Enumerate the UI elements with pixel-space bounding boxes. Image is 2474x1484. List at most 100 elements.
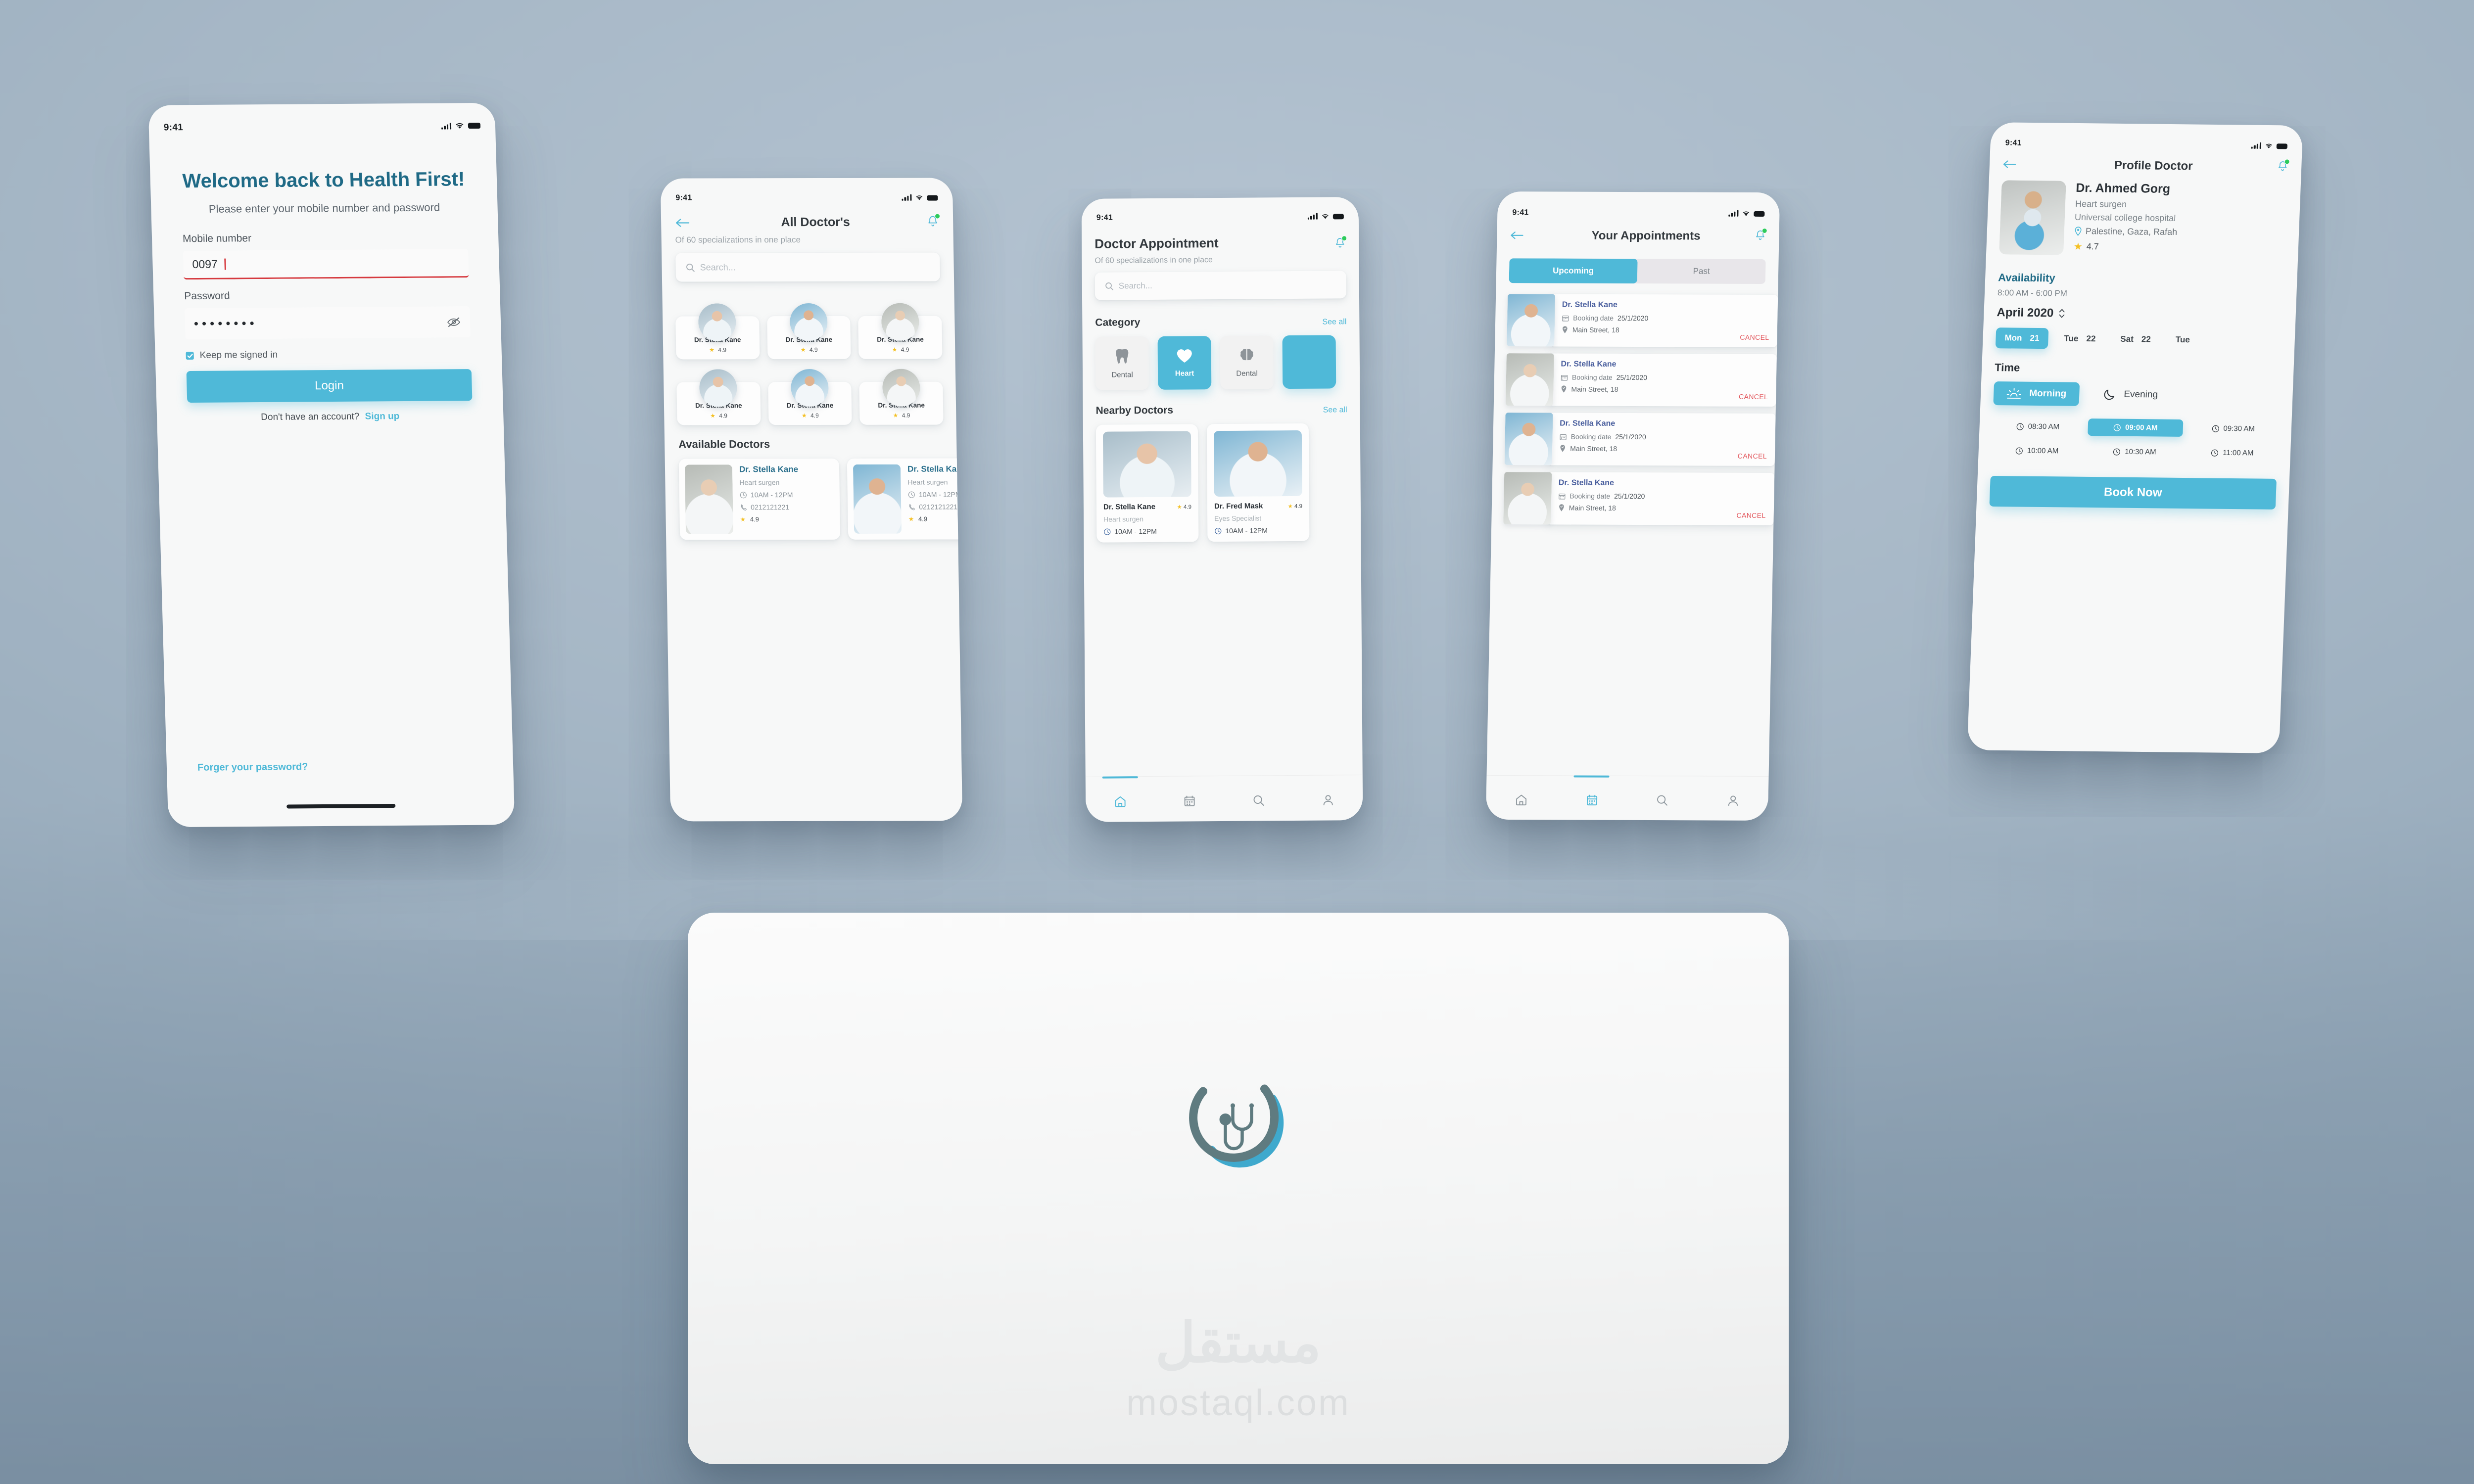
tab-past[interactable]: Past: [1637, 259, 1766, 284]
clock-icon: [2212, 425, 2219, 432]
doctor-hours-row: 10AM - 12PM: [1214, 526, 1302, 535]
doctor-name: Dr. Stella Kane: [1562, 300, 1618, 309]
period-label: Evening: [2123, 389, 2158, 400]
search-icon[interactable]: [1252, 794, 1265, 807]
search-icon: [686, 263, 695, 272]
calendar-icon[interactable]: [1183, 794, 1196, 807]
doctor-rating: 4.9: [810, 412, 819, 419]
keep-signed-checkbox[interactable]: [186, 352, 194, 360]
category-card[interactable]: Heart: [1157, 336, 1212, 390]
search-input[interactable]: Search...: [1094, 271, 1347, 300]
notification-bell-icon[interactable]: [1754, 228, 1767, 243]
category-card[interactable]: Dental: [1095, 336, 1149, 390]
day-name: Tue: [2064, 333, 2079, 343]
appointment-row[interactable]: Dr. Stella Kane Booking date 25/1/2020 M…: [1507, 294, 1778, 348]
doctor-name: Dr. Stella Kane: [739, 464, 799, 474]
day-chip[interactable]: Sat 22: [2111, 329, 2160, 350]
mobile-field[interactable]: 0097: [183, 249, 469, 280]
nav-calendar[interactable]: [1183, 794, 1196, 810]
appointment-row[interactable]: Dr. Stella Kane Booking date 25/1/2020 M…: [1504, 413, 1776, 466]
star-icon: ★: [710, 412, 716, 419]
search-icon[interactable]: [1656, 794, 1669, 807]
forgot-password-link[interactable]: Forger your password?: [197, 761, 308, 774]
home-icon[interactable]: [1515, 793, 1528, 806]
time-slot[interactable]: 08:30 AM: [1990, 417, 2086, 436]
back-arrow-icon[interactable]: [675, 218, 690, 228]
address-row: Main Street, 18: [1560, 385, 1768, 394]
doctor-grid: Dr. Stella Kane ★ 4.9 Dr. Stella Kane ★ …: [662, 281, 956, 425]
booking-date-row: Booking date 25/1/2020: [1562, 314, 1769, 323]
login-button[interactable]: Login: [186, 369, 473, 403]
doctor-rating-row: ★ 4.9: [1177, 503, 1191, 510]
appointment-row[interactable]: Dr. Stella Kane Booking date 25/1/2020 M…: [1503, 472, 1775, 525]
notification-bell-icon[interactable]: [926, 213, 941, 230]
cancel-button[interactable]: CANCEL: [1738, 452, 1767, 460]
address-row: Main Street, 18: [1562, 326, 1769, 334]
category-card[interactable]: [1282, 335, 1336, 389]
time-slot[interactable]: 09:00 AM: [2088, 418, 2184, 437]
status-time: 9:41: [163, 122, 184, 133]
nearby-see-all[interactable]: See all: [1323, 406, 1347, 415]
doctor-grid-card[interactable]: Dr. Stella Kane ★ 4.9: [766, 303, 851, 360]
nav-home[interactable]: [1114, 795, 1127, 810]
keep-signed-row[interactable]: Keep me signed in: [186, 348, 471, 361]
doctor-grid-card[interactable]: Dr. Stella Kane ★ 4.9: [859, 369, 944, 425]
nav-search[interactable]: [1252, 794, 1265, 809]
home-icon[interactable]: [1114, 795, 1127, 808]
clock-icon: [1104, 528, 1111, 535]
cancel-button[interactable]: CANCEL: [1740, 333, 1769, 341]
doctor-grid-card[interactable]: Dr. Stella Kane ★ 4.9: [676, 369, 761, 425]
notification-bell-icon[interactable]: [1334, 235, 1347, 251]
person-icon[interactable]: [1726, 794, 1740, 807]
time-slot[interactable]: 11:00 AM: [2185, 444, 2280, 462]
nav-search[interactable]: [1656, 794, 1669, 809]
nearby-doctor-card[interactable]: Dr. Fred Mask ★ 4.9 Eyes Specialist 10AM…: [1206, 423, 1310, 542]
doctor-avatar: [1102, 431, 1191, 498]
category-label: Dental: [1111, 370, 1133, 379]
nav-person[interactable]: [1726, 794, 1740, 809]
status-icons: [441, 122, 481, 130]
nearby-doctor-card[interactable]: Dr. Stella Kane ★ 4.9 Heart surgen 10AM …: [1095, 424, 1199, 543]
category-card[interactable]: Dental: [1220, 335, 1274, 390]
mobile-value: 0097: [192, 258, 218, 271]
address-row: Main Street, 18: [1559, 444, 1767, 453]
notification-bell-icon[interactable]: [2277, 159, 2290, 174]
cancel-button[interactable]: CANCEL: [1739, 393, 1768, 401]
day-chip[interactable]: Tue 22: [2055, 328, 2105, 349]
day-chip[interactable]: Tue: [2166, 329, 2207, 351]
book-now-button[interactable]: Book Now: [1989, 475, 2277, 510]
calendar-icon[interactable]: [1585, 793, 1599, 806]
day-chip[interactable]: Mon 21: [1995, 327, 2049, 349]
doctor-grid-card[interactable]: Dr. Stella Kane ★ 4.9: [858, 303, 943, 359]
password-value: ••••••••: [193, 316, 258, 331]
search-input[interactable]: Search...: [675, 252, 941, 282]
signup-link[interactable]: Sign up: [365, 411, 399, 421]
available-doctor-card[interactable]: Dr. Stella Kane Heart surgen 10AM - 12PM…: [847, 458, 963, 540]
period-evening[interactable]: Evening: [2090, 382, 2171, 408]
nav-person[interactable]: [1322, 793, 1334, 809]
back-arrow-icon[interactable]: [2002, 159, 2017, 169]
back-arrow-icon[interactable]: [1510, 231, 1523, 240]
time-slot[interactable]: 10:30 AM: [2087, 443, 2183, 461]
doctor-grid-card[interactable]: Dr. Stella Kane ★ 4.9: [767, 369, 852, 425]
available-doctors-list: Dr. Stella Kane Heart surgen 10AM - 12PM…: [665, 450, 963, 540]
cancel-button[interactable]: CANCEL: [1736, 511, 1766, 519]
signal-icon: [902, 194, 912, 201]
tab-upcoming[interactable]: Upcoming: [1509, 258, 1638, 284]
wifi-icon: [1322, 214, 1329, 219]
category-see-all[interactable]: See all: [1322, 318, 1346, 326]
doctor-grid-card[interactable]: Dr. Stella Kane ★ 4.9: [675, 303, 760, 360]
time-slot[interactable]: 09:30 AM: [2186, 419, 2281, 438]
nav-calendar[interactable]: [1585, 793, 1599, 809]
doctor-location-row: Palestine, Gaza, Rafah: [2074, 226, 2286, 238]
person-icon[interactable]: [1322, 793, 1334, 806]
time-slot[interactable]: 10:00 AM: [1989, 442, 2085, 460]
period-morning[interactable]: Morning: [1993, 381, 2080, 406]
eye-off-icon[interactable]: [446, 317, 462, 327]
password-field[interactable]: ••••••••: [185, 306, 471, 340]
booking-date-value: 25/1/2020: [1614, 492, 1645, 501]
available-doctor-card[interactable]: Dr. Stella Kane Heart surgen 10AM - 12PM…: [678, 458, 841, 540]
star-icon: ★: [2073, 241, 2083, 253]
appointment-row[interactable]: Dr. Stella Kane Booking date 25/1/2020 M…: [1505, 353, 1777, 407]
nav-home[interactable]: [1515, 793, 1528, 809]
